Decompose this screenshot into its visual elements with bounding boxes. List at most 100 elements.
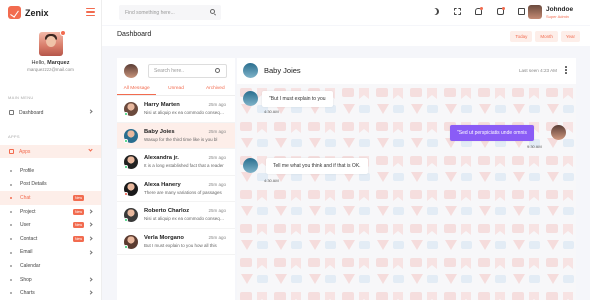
subitem-label: Project [20, 208, 36, 215]
contact-name: Alexandra jr. [144, 155, 179, 161]
contact-name: Baby Joies [144, 128, 175, 135]
message-preview: Wasup for the third time like is you bl [144, 136, 218, 142]
page-title-bar: Dashboard Today Month Year [102, 26, 590, 46]
chat-list-item[interactable]: Roberto Charloz 25m ago Nisi ut aliquip ex… [117, 202, 235, 229]
subitem-label: Profile [20, 167, 35, 174]
profile-email: marquezzzz@mail.com [27, 67, 74, 72]
user-name[interactable]: Johndoe [546, 6, 573, 13]
chat-icon[interactable] [496, 7, 505, 15]
apps-section: APPS Apps [0, 134, 101, 158]
sidebar-item-apps[interactable]: Apps [0, 145, 101, 158]
sidebar-subitem-calendar[interactable]: Calendar [0, 259, 101, 273]
my-avatar [551, 125, 566, 140]
profile-greeting: Hello, Marquez [0, 60, 101, 66]
chat-list-item[interactable]: Baby Joies 25m ago Wasup for the third tim… [117, 122, 235, 149]
apps-grid-icon [9, 149, 14, 154]
range-tab-month[interactable]: Month [535, 31, 558, 42]
subitem-label: Calendar [20, 262, 41, 269]
chat-list-item[interactable]: Alexa Hanery 25m ago There are many variat… [117, 176, 235, 202]
sidebar-subitem-post-details[interactable]: Post Details [0, 178, 101, 192]
message-preview: Nisi ut aliquip ex ea commodo consequat [144, 110, 226, 115]
new-badge: New [73, 235, 85, 242]
range-tab-today[interactable]: Today [510, 31, 533, 42]
fullscreen-icon[interactable] [453, 8, 461, 15]
hamburger-menu-icon[interactable] [86, 8, 95, 18]
message-time: 9:30 AM [527, 144, 542, 149]
sidebar-subitem-charts[interactable]: Charts [0, 286, 101, 300]
chat-background-pattern [237, 84, 576, 300]
sidebar-subitem-shop[interactable]: Shop [0, 273, 101, 287]
tab-unread[interactable]: Unread [156, 84, 195, 95]
notification-dot [501, 7, 505, 10]
chat-panel: Baby Joies Last seen 4:23 AM "But I must… [237, 58, 576, 300]
chevron-down-icon [88, 147, 93, 152]
dashboard-icon [9, 110, 14, 115]
profile-avatar[interactable] [38, 30, 66, 56]
global-search-input[interactable]: Find something here... [119, 5, 221, 20]
search-icon[interactable] [215, 68, 220, 73]
new-badge: New [73, 208, 85, 215]
message-time: 25m ago [208, 208, 226, 213]
chat-list-item[interactable]: Verla Morgano 25m ago But I must explain t… [117, 229, 235, 255]
sidebar-item-dashboard[interactable]: Dashboard [0, 106, 101, 119]
contact-name: Roberto Charloz [144, 208, 190, 214]
subitem-label: Post Details [20, 181, 47, 188]
user-role: Super Admin [546, 14, 569, 19]
range-tabs: Today Month Year [507, 31, 580, 42]
subitem-label: Contact [20, 235, 38, 242]
message-time: 25m ago [208, 128, 226, 134]
message-time: 25m ago [208, 155, 226, 160]
chevron-right-icon [88, 209, 93, 214]
profile-hello-label: Hello, [31, 60, 46, 66]
bell-icon[interactable] [475, 7, 483, 15]
contact-name: Harry Marten [144, 102, 180, 108]
header-icons [432, 7, 540, 15]
chat-search-placeholder: Search here.. [154, 68, 185, 74]
message-time: 25m ago [208, 234, 226, 240]
my-avatar[interactable] [124, 64, 138, 78]
contact-avatar [243, 158, 258, 173]
profile-name: Marquez [47, 60, 70, 66]
sidebar-subitem-user[interactable]: User New [0, 218, 101, 232]
chevron-right-icon [88, 249, 93, 255]
chat-items: Harry Marten 25m ago Nisi ut aliquip ex ea… [117, 96, 235, 255]
main-menu-title: MAIN MENU [8, 95, 34, 100]
calendar-icon[interactable] [518, 8, 525, 15]
range-tab-year[interactable]: Year [560, 31, 580, 42]
search-icon[interactable] [210, 9, 215, 14]
sidebar-subitem-profile[interactable]: Profile [0, 164, 101, 178]
subitem-label: User [20, 222, 31, 229]
online-status-dot [124, 138, 128, 143]
contact-avatar[interactable] [243, 63, 258, 78]
brand[interactable]: Zenix [0, 0, 101, 25]
sidebar: Zenix Hello, Marquez marquezzzz@mail.com… [0, 0, 102, 300]
tab-all-message[interactable]: All Message [117, 84, 157, 95]
moon-icon[interactable] [432, 8, 439, 15]
chat-list-item[interactable]: Harry Marten 25m ago Nisi ut aliquip ex ea… [117, 96, 235, 123]
user-avatar[interactable] [528, 5, 542, 19]
sidebar-subitem-project[interactable]: Project New [0, 205, 101, 219]
message-preview: It is a long established fact that a rea… [144, 163, 224, 168]
contact-name: Verla Morgano [144, 234, 184, 241]
chat-list-item[interactable]: Alexandra jr. 25m ago It is a long establi… [117, 149, 235, 176]
settings-gear-icon[interactable] [59, 30, 66, 36]
conversation-header: Baby Joies Last seen 4:23 AM [237, 58, 576, 84]
sidebar-subitem-contact[interactable]: Contact New [0, 232, 101, 246]
sidebar-subitem-email[interactable]: Email [0, 246, 101, 260]
more-options-icon[interactable] [565, 66, 567, 75]
message-bubble-incoming: "But I must explain to you [262, 91, 333, 107]
chat-search-input[interactable]: Search here.. [148, 64, 227, 78]
new-badge: New [73, 222, 85, 229]
profile-card: Hello, Marquez marquezzzz@mail.com [0, 25, 101, 72]
message-time: 4:30 AM [264, 109, 279, 114]
sidebar-item-label: Dashboard [19, 109, 44, 116]
tab-archived[interactable]: Archived [196, 84, 235, 95]
message-time: 25m ago [208, 181, 226, 187]
subitem-label: Shop [20, 276, 32, 283]
main-menu-section: MAIN MENU Dashboard [0, 95, 101, 119]
top-header: Find something here... Johndoe Super Adm… [102, 0, 590, 25]
message-preview: But I must explain to you how all this [144, 242, 217, 248]
message-preview: There are many variations of passages [144, 189, 222, 195]
page-title: Dashboard [117, 31, 152, 38]
sidebar-subitem-chat[interactable]: Chat New [0, 191, 101, 205]
